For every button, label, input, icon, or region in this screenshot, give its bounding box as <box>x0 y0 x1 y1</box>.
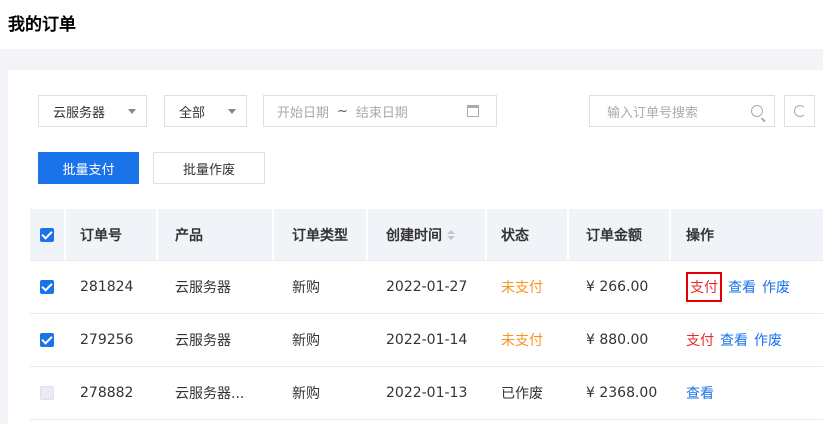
page-title: 我的订单 <box>8 15 76 35</box>
table-header: 订单号 产品 订单类型 创建时间 状态 订单金额 操作 <box>30 209 823 261</box>
table-row: 279256 云服务器 新购 2022-01-14 未支付 ¥ 880.00 支… <box>30 314 823 367</box>
row-operations: 支付 查看 作废 <box>686 314 788 366</box>
table-row: 278882 云服务器... 新购 2022-01-13 已作废 ¥ 2368.… <box>30 367 823 420</box>
void-link[interactable]: 作废 <box>762 277 790 297</box>
order-type: 新购 <box>292 386 320 402</box>
header-order-id: 订单号 <box>80 227 122 244</box>
amount: ¥ 880.00 <box>586 332 649 348</box>
status-badge: 未支付 <box>501 280 543 296</box>
pay-link[interactable]: 支付 <box>686 272 722 302</box>
sort-icon[interactable] <box>447 229 455 240</box>
row-operations: 查看 <box>686 367 720 419</box>
product: 云服务器 <box>175 280 231 296</box>
page-header: 我的订单 <box>0 0 823 49</box>
calendar-icon[interactable] <box>467 105 479 117</box>
product-select-value: 云服务器 <box>53 105 106 121</box>
header-product: 产品 <box>175 227 203 244</box>
order-id: 279256 <box>80 332 134 348</box>
batch-void-button[interactable]: 批量作废 <box>153 152 265 184</box>
amount: ¥ 266.00 <box>586 279 649 295</box>
refresh-button[interactable] <box>784 95 815 127</box>
status-badge: 未支付 <box>501 333 543 349</box>
header-operations: 操作 <box>686 227 714 244</box>
view-link[interactable]: 查看 <box>728 277 756 297</box>
batch-pay-button[interactable]: 批量支付 <box>38 152 139 184</box>
status-select[interactable]: 全部 <box>164 95 247 127</box>
created-at: 2022-01-27 <box>386 279 468 295</box>
row-checkbox[interactable] <box>40 333 54 347</box>
void-link[interactable]: 作废 <box>754 330 782 350</box>
row-checkbox[interactable] <box>40 280 54 294</box>
pay-link[interactable]: 支付 <box>686 330 714 350</box>
orders-card: 云服务器 全部 开始日期 ~ 结束日期 输入订单号搜索 批量支付 批量作废 订单… <box>8 70 823 424</box>
date-start-placeholder: 开始日期 <box>277 105 330 121</box>
product-select[interactable]: 云服务器 <box>38 95 147 127</box>
select-all-checkbox[interactable] <box>40 227 54 242</box>
order-id: 278882 <box>80 385 134 401</box>
status-select-value: 全部 <box>179 105 206 121</box>
header-created-at-label: 创建时间 <box>386 227 442 244</box>
header-amount: 订单金额 <box>586 227 642 244</box>
header-created-at[interactable]: 创建时间 <box>386 209 455 260</box>
order-id: 281824 <box>80 279 134 295</box>
created-at: 2022-01-14 <box>386 332 468 348</box>
order-type: 新购 <box>292 333 320 349</box>
caret-down-icon <box>128 109 136 114</box>
header-order-type: 订单类型 <box>292 227 348 244</box>
date-end-placeholder: 结束日期 <box>355 105 408 121</box>
search-placeholder: 输入订单号搜索 <box>607 105 699 121</box>
order-type: 新购 <box>292 280 320 296</box>
product: 云服务器 <box>175 333 231 349</box>
orders-table: 订单号 产品 订单类型 创建时间 状态 订单金额 操作 281824 云服务器 … <box>30 209 823 420</box>
date-separator: ~ <box>337 103 348 119</box>
view-link[interactable]: 查看 <box>720 330 748 350</box>
row-operations: 支付 查看 作废 <box>686 261 796 313</box>
search-icon[interactable] <box>751 105 763 117</box>
refresh-icon <box>794 105 806 117</box>
header-status: 状态 <box>501 227 529 244</box>
created-at: 2022-01-13 <box>386 385 468 401</box>
view-link[interactable]: 查看 <box>686 383 714 403</box>
amount: ¥ 2368.00 <box>586 385 658 401</box>
status-badge: 已作废 <box>501 386 543 402</box>
row-checkbox[interactable] <box>40 386 54 400</box>
search-input[interactable]: 输入订单号搜索 <box>589 95 775 127</box>
table-row: 281824 云服务器 新购 2022-01-27 未支付 ¥ 266.00 支… <box>30 261 823 314</box>
date-range-picker[interactable]: 开始日期 ~ 结束日期 <box>263 95 497 127</box>
product: 云服务器... <box>175 386 245 402</box>
caret-down-icon <box>228 109 236 114</box>
